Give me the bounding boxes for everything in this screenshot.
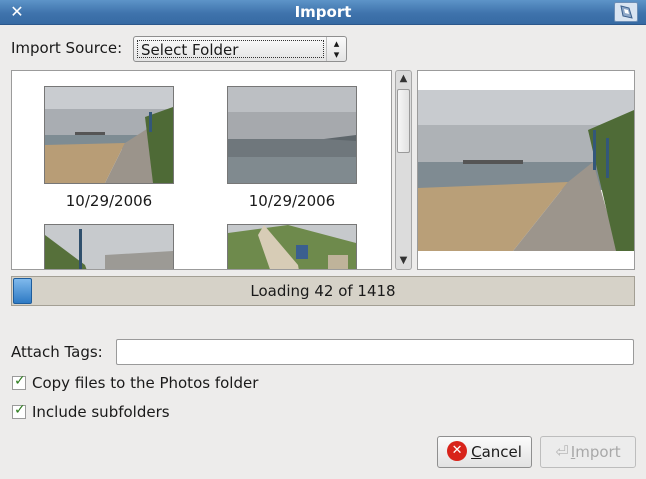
import-button[interactable]: ⏎ Import (540, 436, 636, 468)
attach-tags-label: Attach Tags: (11, 343, 103, 361)
scroll-down-icon[interactable]: ▼ (396, 253, 411, 269)
thumbnail-date: 10/29/2006 (248, 192, 336, 210)
include-subfolders-checkbox[interactable]: ✓ (12, 402, 26, 419)
copy-files-label[interactable]: Copy files to the Photos folder (32, 374, 258, 392)
sea-horizon-photo (227, 86, 357, 184)
thumbnail-date: 10/29/2006 (65, 192, 153, 210)
loading-progress-bar: Loading 42 of 1418 (11, 276, 635, 306)
thumbnail-item[interactable]: 10/29/2006 (44, 86, 174, 210)
import-dialog: ✕ Import Import Source: Select Folder ▴ ▾ (0, 0, 646, 479)
copy-files-checkbox[interactable]: ✓ (12, 373, 26, 390)
import-source-label: Import Source: (11, 39, 123, 57)
cancel-label-rest: ancel (481, 443, 522, 461)
import-label-rest: mport (575, 443, 621, 461)
cancel-icon: ✕ (447, 441, 468, 461)
checkmark-icon: ✓ (14, 402, 26, 418)
cliff-lamppost-photo (44, 224, 174, 269)
preview-image (418, 90, 634, 251)
cliff-stairs-photo (227, 224, 357, 269)
thumbnail-scrollbar[interactable]: ▲ ▼ (395, 70, 412, 270)
cancel-button[interactable]: ✕ Cancel (437, 436, 532, 468)
thumbnail-item[interactable] (44, 224, 174, 269)
checkmark-icon: ✓ (14, 373, 26, 389)
photos-app-icon[interactable] (614, 2, 638, 22)
scrollbar-thumb[interactable] (397, 89, 410, 153)
progress-text: Loading 42 of 1418 (250, 282, 396, 300)
include-subfolders-label[interactable]: Include subfolders (32, 403, 170, 421)
import-arrow-icon: ⏎ (555, 442, 569, 461)
scroll-up-icon[interactable]: ▲ (396, 71, 411, 87)
cancel-mnemonic: C (471, 443, 482, 461)
window-title: Import (294, 3, 352, 21)
thumbnail-grid[interactable]: 10/29/2006 10/29/2006 (11, 70, 392, 270)
photo-preview (417, 70, 635, 270)
beach-pier-photo (44, 86, 174, 184)
import-source-value: Select Folder (137, 40, 324, 59)
attach-tags-input[interactable] (116, 339, 634, 365)
import-source-select[interactable]: Select Folder ▴ ▾ (133, 36, 347, 62)
thumbnail-item[interactable]: 10/29/2006 (227, 86, 357, 210)
titlebar: ✕ Import (0, 0, 646, 25)
updown-arrows-icon: ▴ ▾ (326, 37, 346, 61)
thumbnail-item[interactable] (227, 224, 357, 269)
